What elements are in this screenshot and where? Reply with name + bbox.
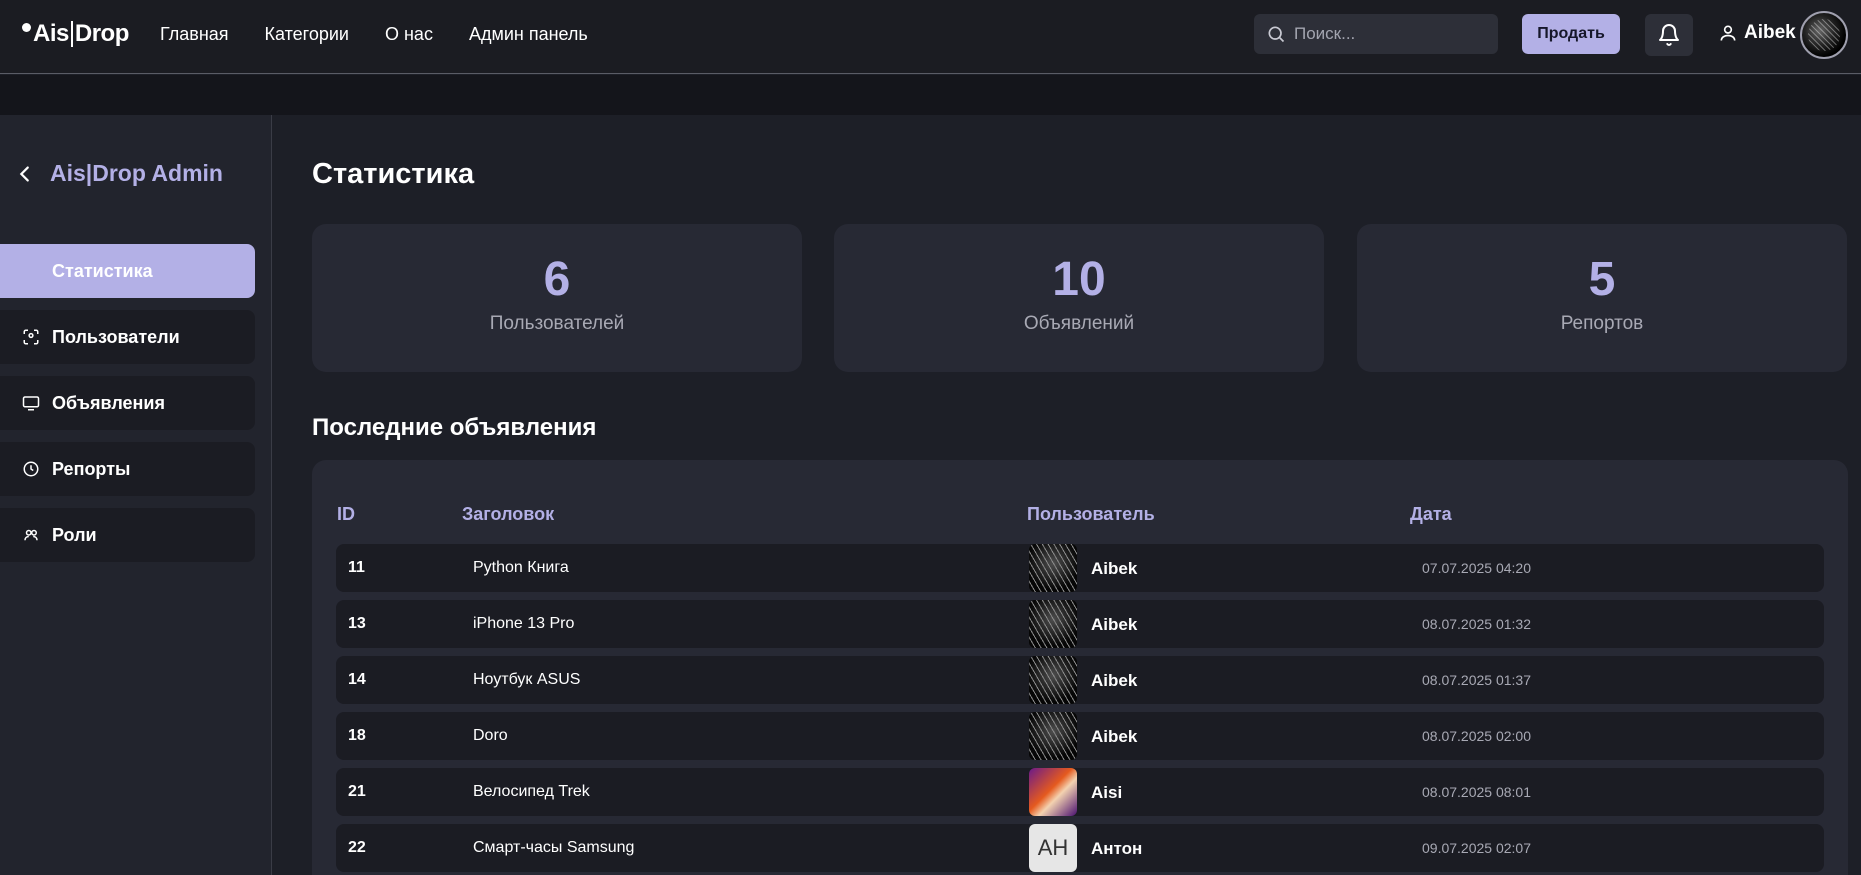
sidebar-item-statistics[interactable]: Статистика: [0, 244, 255, 298]
sidebar-item-label: Статистика: [52, 260, 153, 281]
stat-card-users: 6 Пользователей: [312, 224, 802, 372]
sidebar-item-label: Репорты: [52, 458, 131, 479]
cell-title[interactable]: Смарт-часы Samsung: [473, 839, 634, 857]
users-icon: [23, 329, 39, 345]
stat-card-reports: 5 Репортов: [1357, 224, 1847, 372]
cell-date: 08.07.2025 02:00: [1422, 728, 1531, 744]
page-title: Статистика: [312, 158, 475, 190]
user-avatar: АН: [1029, 824, 1077, 872]
stat-label: Пользователей: [489, 313, 625, 334]
sidebar-item-listings[interactable]: Объявления: [0, 376, 255, 430]
header-strip: [0, 75, 1861, 115]
cell-id: 22: [348, 839, 366, 856]
sidebar-item-label: Пользователи: [52, 326, 180, 347]
notifications-button[interactable]: [1645, 14, 1693, 56]
cell-user[interactable]: Aibek: [1091, 559, 1137, 579]
cell-title[interactable]: Велосипед Trek: [473, 783, 590, 801]
column-header-date[interactable]: Дата: [1410, 504, 1452, 525]
stat-label: Объявлений: [1023, 313, 1135, 334]
cell-title[interactable]: iPhone 13 Pro: [473, 615, 574, 633]
cell-id: 13: [348, 615, 366, 632]
bell-icon: [1659, 24, 1679, 46]
column-header-user[interactable]: Пользователь: [1027, 504, 1155, 525]
user-menu[interactable]: Aibek: [1718, 22, 1796, 44]
cell-title[interactable]: Ноутбук ASUS: [473, 671, 580, 689]
table-row[interactable]: 21 Велосипед Trek Aisi 08.07.2025 08:01: [336, 768, 1824, 816]
table-row[interactable]: 22 Смарт-часы Samsung АН Антон 09.07.202…: [336, 824, 1824, 872]
sidebar-item-reports[interactable]: Репорты: [0, 442, 255, 496]
avatar[interactable]: [1800, 11, 1848, 59]
sidebar-title[interactable]: Ais|Drop Admin: [14, 160, 223, 187]
cell-id: 21: [348, 783, 366, 800]
listings-table: ID Заголовок Пользователь Дата 11 Python…: [312, 460, 1848, 875]
stat-label: Репортов: [1560, 313, 1644, 334]
cell-id: 14: [348, 671, 366, 688]
admin-sidebar: Ais|Drop Admin Статистика Пользователи О…: [0, 115, 272, 875]
table-row[interactable]: 13 iPhone 13 Pro Aibek 08.07.2025 01:32: [336, 600, 1824, 648]
nav-link-about[interactable]: О нас: [385, 24, 433, 45]
username: Aibek: [1744, 22, 1796, 43]
table-row[interactable]: 11 Python Книга Aibek 07.07.2025 04:20: [336, 544, 1824, 592]
sidebar-item-users[interactable]: Пользователи: [0, 310, 255, 364]
nav-link-categories[interactable]: Категории: [265, 24, 349, 45]
user-icon: [1720, 25, 1736, 41]
cell-date: 07.07.2025 04:20: [1422, 560, 1531, 576]
logo[interactable]: Ais Drop: [22, 20, 129, 48]
nav-link-admin[interactable]: Админ панель: [469, 24, 588, 45]
nav-link-home[interactable]: Главная: [160, 24, 229, 45]
cell-title[interactable]: Python Книга: [473, 559, 569, 577]
logo-separator: [70, 21, 73, 47]
table-row[interactable]: 14 Ноутбук ASUS Aibek 08.07.2025 01:37: [336, 656, 1824, 704]
table-row[interactable]: 18 Doro Aibek 08.07.2025 02:00: [336, 712, 1824, 760]
sidebar-item-label: Объявления: [52, 392, 165, 413]
cell-user[interactable]: Aibek: [1091, 727, 1137, 747]
user-avatar: [1029, 768, 1077, 816]
top-navbar: Ais Drop Главная Категории О нас Админ п…: [0, 0, 1861, 74]
clock-icon: [23, 461, 39, 477]
cell-date: 08.07.2025 08:01: [1422, 784, 1531, 800]
cell-title[interactable]: Doro: [473, 727, 508, 745]
cell-user[interactable]: Aibek: [1091, 615, 1137, 635]
cell-user[interactable]: Aibek: [1091, 671, 1137, 691]
cell-date: 08.07.2025 01:32: [1422, 616, 1531, 632]
cell-user[interactable]: Антон: [1091, 839, 1142, 859]
search-input[interactable]: [1294, 24, 1474, 44]
user-avatar: [1029, 656, 1077, 704]
chevron-left-icon[interactable]: [14, 163, 36, 185]
cell-date: 09.07.2025 02:07: [1422, 840, 1531, 856]
stat-value: 5: [1588, 253, 1616, 306]
section-title: Последние объявления: [312, 414, 597, 441]
user-avatar: [1029, 600, 1077, 648]
user-avatar: [1029, 544, 1077, 592]
sidebar-item-label: Роли: [52, 524, 97, 545]
user-avatar: [1029, 712, 1077, 760]
logo-dot-icon: [22, 22, 31, 32]
column-header-title[interactable]: Заголовок: [462, 504, 554, 525]
cell-id: 11: [348, 559, 365, 576]
column-header-id[interactable]: ID: [337, 504, 355, 525]
sidebar-item-roles[interactable]: Роли: [0, 508, 255, 562]
search-icon: [1268, 26, 1285, 43]
cell-user[interactable]: Aisi: [1091, 783, 1122, 803]
stat-value: 10: [1052, 253, 1106, 306]
cell-id: 18: [348, 727, 366, 744]
stat-value: 6: [543, 253, 571, 306]
main-nav: Главная Категории О нас Админ панель: [160, 24, 588, 45]
roles-icon: [24, 529, 38, 541]
sell-button[interactable]: Продать: [1522, 14, 1620, 54]
stat-card-listings: 10 Объявлений: [834, 224, 1324, 372]
cell-date: 08.07.2025 01:37: [1422, 672, 1531, 688]
monitor-icon: [22, 396, 40, 411]
search-box[interactable]: [1254, 14, 1498, 54]
